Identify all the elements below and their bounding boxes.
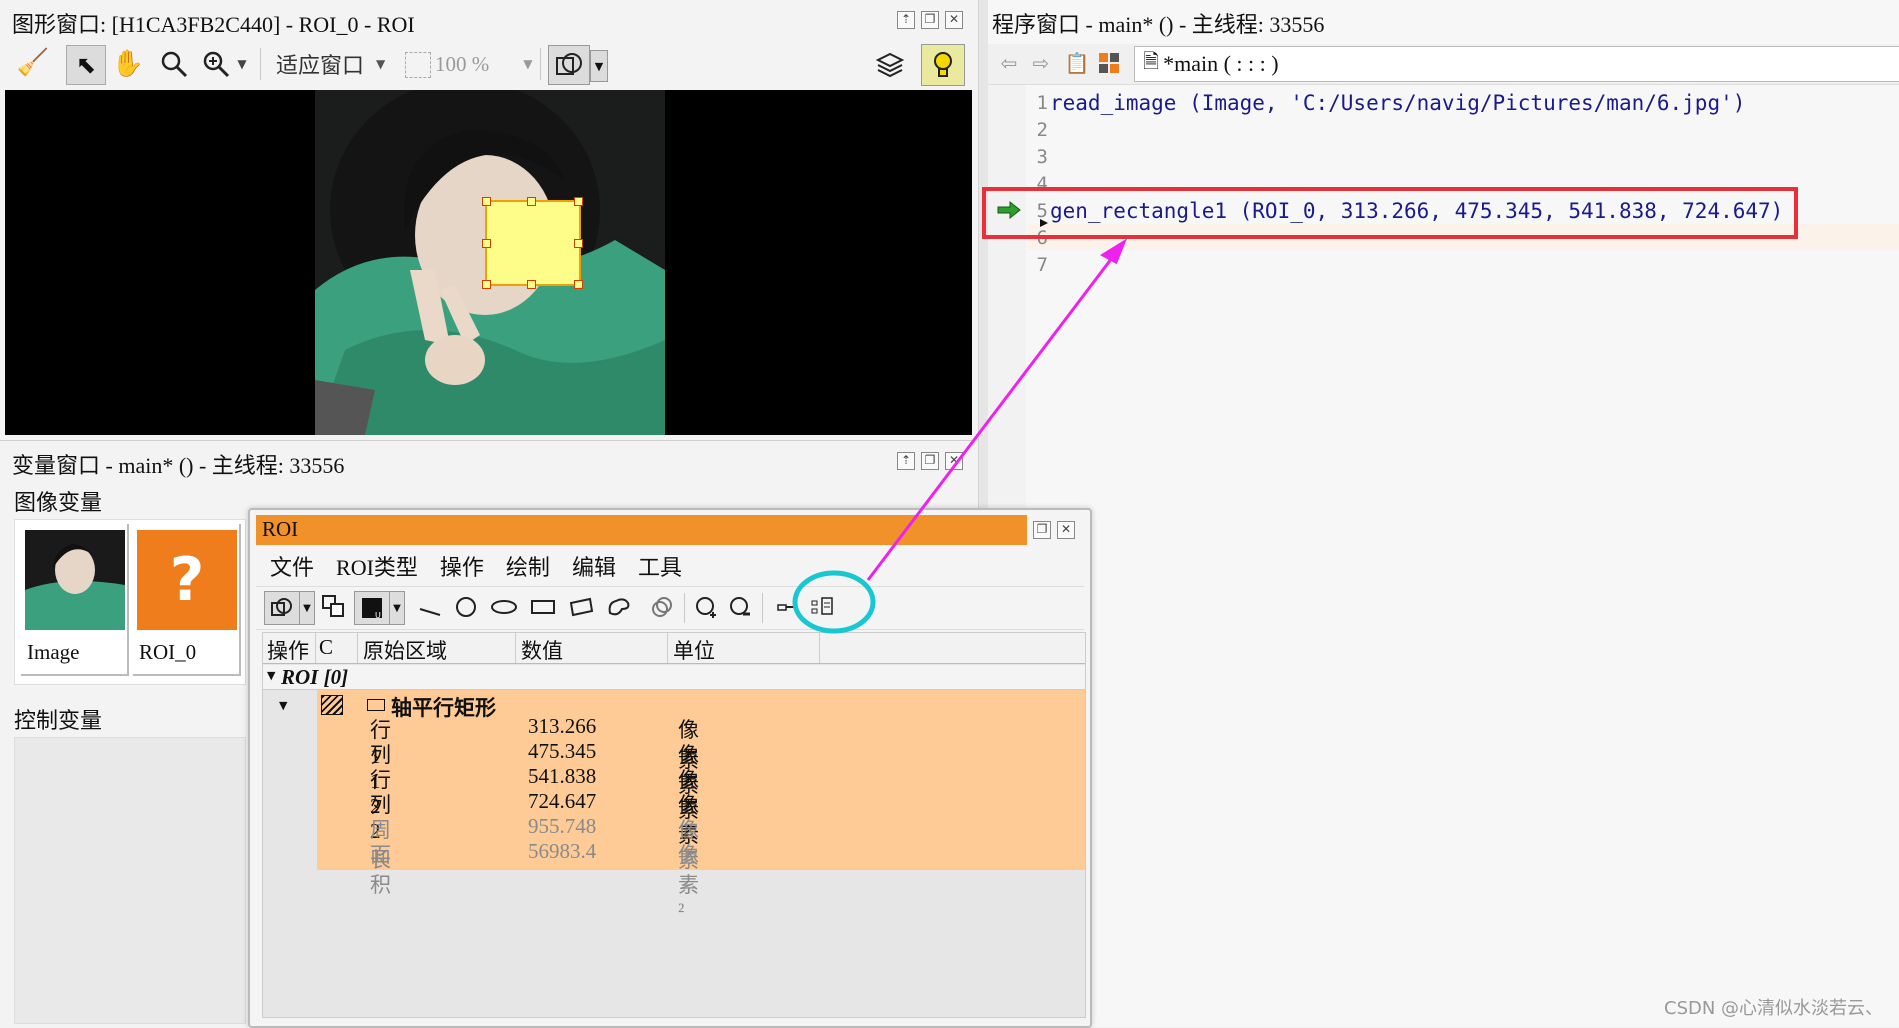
annotation-arrowhead (1100, 238, 1128, 265)
annotation-arrow-line (866, 249, 1120, 581)
watermark: CSDN @心清似水淡若云、 (1664, 998, 1884, 1019)
annotation-circle (792, 570, 876, 634)
annotation-overlay (792, 238, 1128, 634)
